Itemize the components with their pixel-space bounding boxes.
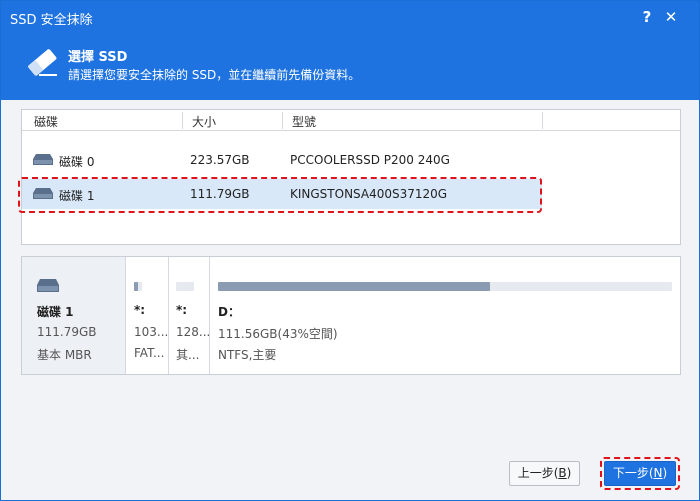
partition-fs: NTFS,主要: [218, 348, 277, 362]
disk-name: 磁碟 1: [59, 189, 95, 203]
column-divider: [282, 112, 283, 129]
previous-button[interactable]: 上一步(B): [509, 461, 580, 486]
partition-usage-fill: [134, 282, 138, 291]
header-subtitle: 請選擇您要安全抹除的 SSD，並在繼續前先備份資料。: [68, 68, 361, 82]
partition-usage-bar: [134, 282, 142, 291]
next-button[interactable]: 下一步(N): [604, 461, 676, 486]
partition-fs: FAT...: [134, 346, 165, 360]
partition-usage-fill: [218, 282, 491, 291]
disk-row-0[interactable]: 磁碟 0 223.57GB PCCOOLERSSD P200 240G: [22, 145, 542, 175]
partition-usage-bar: [176, 282, 194, 291]
disk-model: PCCOOLERSSD P200 240G: [290, 153, 450, 167]
disk-map-type: 基本 MBR: [37, 348, 92, 362]
disk-icon: [33, 188, 53, 199]
dialog-header: SSD 安全抹除 ? ✕ 選擇 SSD 請選擇您要安全抹除的 SSD，並在繼續前…: [1, 1, 699, 100]
column-divider: [542, 112, 543, 129]
partition-1[interactable]: *: 128... 其...: [169, 257, 210, 374]
close-icon[interactable]: ✕: [661, 7, 681, 27]
disk-map-size: 111.79GB: [37, 325, 97, 339]
previous-label: 上一步(: [517, 466, 559, 480]
disk-size: 223.57GB: [190, 153, 250, 167]
partition-usage-bar: [218, 282, 672, 291]
next-label: 下一步(: [612, 466, 654, 480]
window-title: SSD 安全抹除: [10, 13, 93, 28]
previous-label-end: ): [566, 466, 572, 480]
next-label-end: ): [662, 466, 668, 480]
disk-list: 磁碟 大小 型號 磁碟 0 223.57GB PCCOOLERSSD P200 …: [21, 109, 681, 245]
partition-letter: D：: [218, 305, 240, 319]
disk-size: 111.79GB: [190, 187, 250, 201]
eraser-icon: [28, 49, 57, 76]
previous-shortcut: B: [558, 466, 567, 480]
ssd-erase-dialog: SSD 安全抹除 ? ✕ 選擇 SSD 請選擇您要安全抹除的 SSD，並在繼續前…: [0, 0, 700, 501]
disk-list-header: 磁碟 大小 型號: [22, 110, 680, 131]
partition-size: 103...: [134, 325, 168, 339]
disk-name: 磁碟 0: [59, 155, 95, 169]
column-header-model[interactable]: 型號: [292, 113, 316, 130]
disk-icon: [37, 279, 59, 292]
header-title: 選擇 SSD: [68, 50, 128, 65]
partition-0[interactable]: *: 103... FAT...: [127, 257, 169, 374]
column-divider: [182, 112, 183, 129]
disk-map-name: 磁碟 1: [37, 305, 74, 319]
column-header-size[interactable]: 大小: [192, 113, 216, 130]
disk-model: KINGSTONSA400S37120G: [290, 187, 448, 201]
help-icon[interactable]: ?: [637, 7, 657, 27]
partition-letter: *:: [134, 303, 146, 317]
disk-map: 磁碟 1 111.79GB 基本 MBR *: 103... FAT... *:…: [21, 256, 681, 375]
disk-row-1[interactable]: 磁碟 1 111.79GB KINGSTONSA400S37120G: [22, 179, 542, 209]
partition-letter: *:: [176, 303, 188, 317]
partition-2[interactable]: D： 111.56GB(43%空間) NTFS,主要: [210, 257, 680, 374]
partition-size: 128...: [176, 325, 209, 339]
disk-icon: [33, 154, 53, 165]
column-header-disk[interactable]: 磁碟: [34, 113, 58, 130]
partition-fs: 其...: [176, 348, 200, 362]
disk-summary[interactable]: 磁碟 1 111.79GB 基本 MBR: [22, 257, 126, 374]
partition-size: 111.56GB(43%空間): [218, 327, 338, 341]
